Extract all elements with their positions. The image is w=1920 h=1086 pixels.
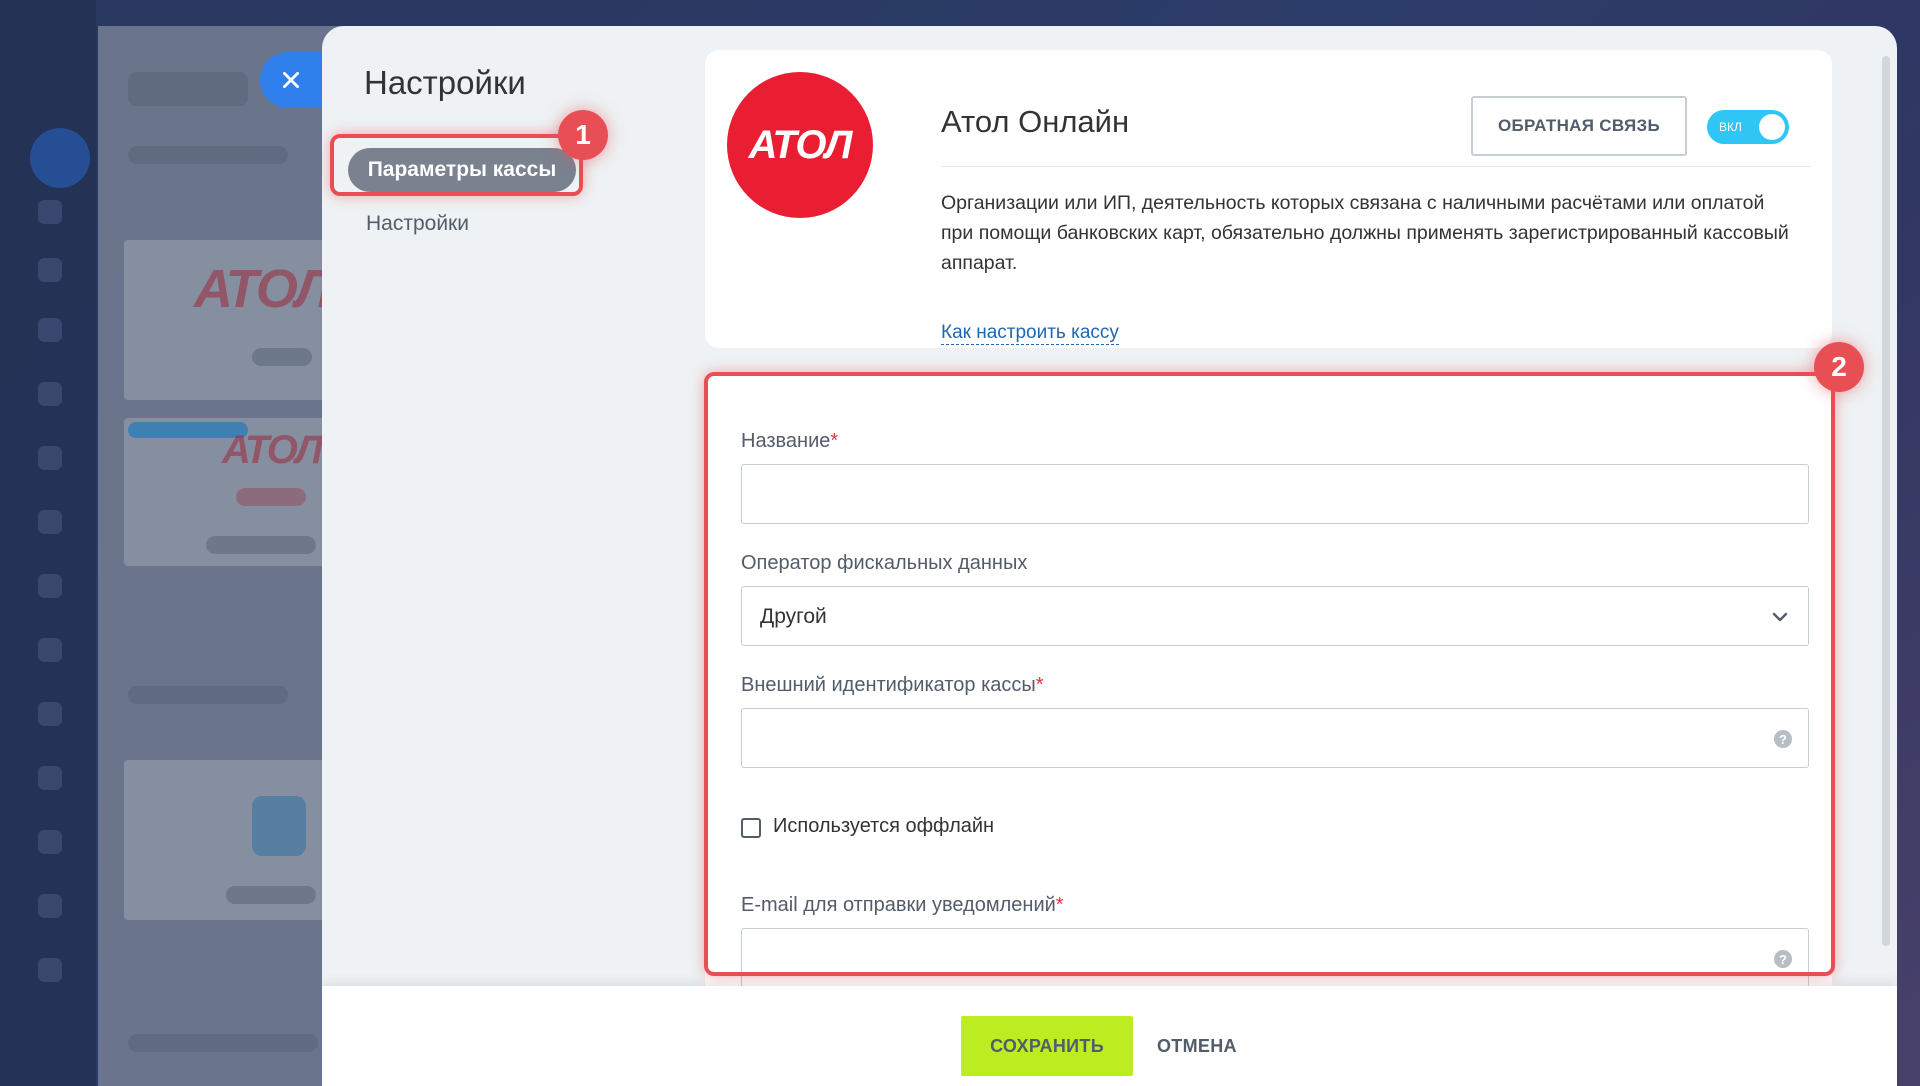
panel-scrollbar[interactable] (1882, 56, 1890, 946)
help-icon[interactable]: ? (1774, 950, 1792, 968)
save-button[interactable]: СОХРАНИТЬ (961, 1016, 1133, 1076)
help-icon[interactable]: ? (1774, 730, 1792, 748)
external-id-field-label: Внешний идентификатор кассы* (741, 674, 1044, 696)
nav-item-cashbox-params[interactable]: Параметры кассы (348, 148, 576, 192)
ofd-select[interactable]: Другой (741, 586, 1809, 646)
chevron-down-icon (1772, 612, 1788, 622)
setup-guide-link[interactable]: Как настроить кассу (941, 322, 1119, 345)
provider-enable-toggle[interactable]: ВКЛ (1707, 110, 1789, 144)
ofd-select-value: Другой (760, 605, 827, 628)
nav-item-settings[interactable]: Настройки (366, 212, 469, 236)
header-divider (941, 166, 1811, 167)
name-input[interactable] (741, 464, 1809, 524)
close-icon (282, 71, 300, 89)
annotation-badge-2: 2 (1814, 342, 1864, 392)
offline-checkbox[interactable] (741, 818, 761, 838)
name-field-label: Название* (741, 430, 839, 452)
offline-checkbox-label[interactable]: Используется оффлайн (773, 815, 994, 838)
external-id-input[interactable]: ? (741, 708, 1809, 768)
toggle-label: ВКЛ (1719, 120, 1742, 134)
settings-slider-panel: Настройки Параметры кассы Настройки 1 АТ… (322, 26, 1897, 1086)
feedback-button[interactable]: ОБРАТНАЯ СВЯЗЬ (1471, 96, 1687, 156)
toggle-knob (1759, 114, 1785, 140)
atol-logo: АТОЛ (727, 72, 873, 218)
provider-name: Атол Онлайн (941, 104, 1130, 139)
panel-footer: СОХРАНИТЬ ОТМЕНА (322, 986, 1897, 1086)
cashbox-form: Название* Оператор фискальных данных Дру… (705, 372, 1832, 1012)
email-field-label: E-mail для отправки уведомлений* (741, 894, 1064, 916)
atol-logo-text: АТОЛ (748, 122, 853, 167)
panel-title: Настройки (364, 64, 526, 101)
ofd-field-label: Оператор фискальных данных (741, 552, 1028, 574)
annotation-badge-1: 1 (558, 110, 608, 160)
cancel-button[interactable]: ОТМЕНА (1157, 1016, 1237, 1076)
provider-description: Организации или ИП, деятельность которых… (941, 192, 1789, 274)
email-input[interactable]: ? (741, 928, 1809, 988)
provider-header-card: АТОЛ Атол Онлайн ОБРАТНАЯ СВЯЗЬ ВКЛ Орга… (705, 50, 1832, 348)
